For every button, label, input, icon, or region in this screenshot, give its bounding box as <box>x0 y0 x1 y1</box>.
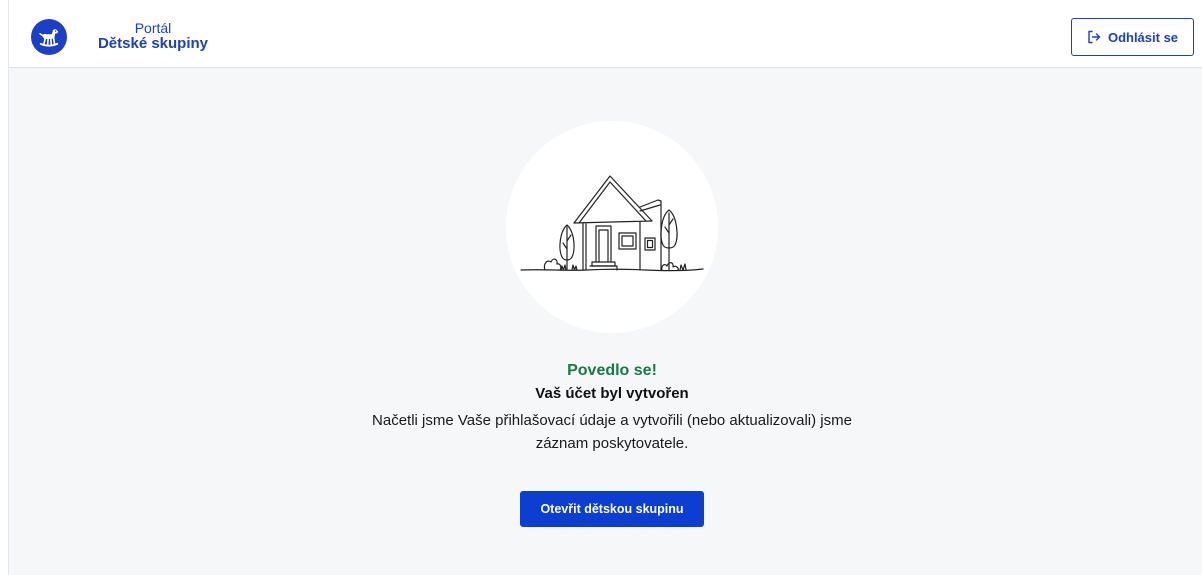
success-title: Povedlo se! <box>567 362 657 379</box>
house-illustration <box>506 121 718 333</box>
main-content: Povedlo se! Vaš účet byl vytvořen Načetl… <box>9 68 1202 575</box>
success-message: Načetli jsme Vaše přihlašovací údaje a v… <box>372 412 852 452</box>
app-name: Dětské skupiny <box>97 35 209 52</box>
account-created-heading: Vaš účet byl vytvořen <box>535 385 689 402</box>
tree-right-drawing <box>660 209 678 271</box>
logo[interactable] <box>31 19 67 55</box>
app-frame: Portál Dětské skupiny Odhlásit se Povedl… <box>8 0 1202 575</box>
top-bar: Portál Dětské skupiny Odhlásit se <box>9 0 1202 68</box>
logout-button[interactable]: Odhlásit se <box>1071 18 1194 56</box>
logout-icon <box>1088 30 1101 44</box>
portal-label: Portál <box>134 20 172 36</box>
rocking-horse-icon <box>39 29 59 47</box>
open-group-button[interactable]: Otevřit dětskou skupinu <box>520 491 704 527</box>
ground-line <box>520 268 704 272</box>
logout-label: Odhlásit se <box>1107 29 1179 45</box>
tree-left-drawing <box>559 224 575 271</box>
portal-title[interactable]: Portál Dětské skupiny <box>90 20 216 52</box>
house-drawing <box>573 175 662 271</box>
